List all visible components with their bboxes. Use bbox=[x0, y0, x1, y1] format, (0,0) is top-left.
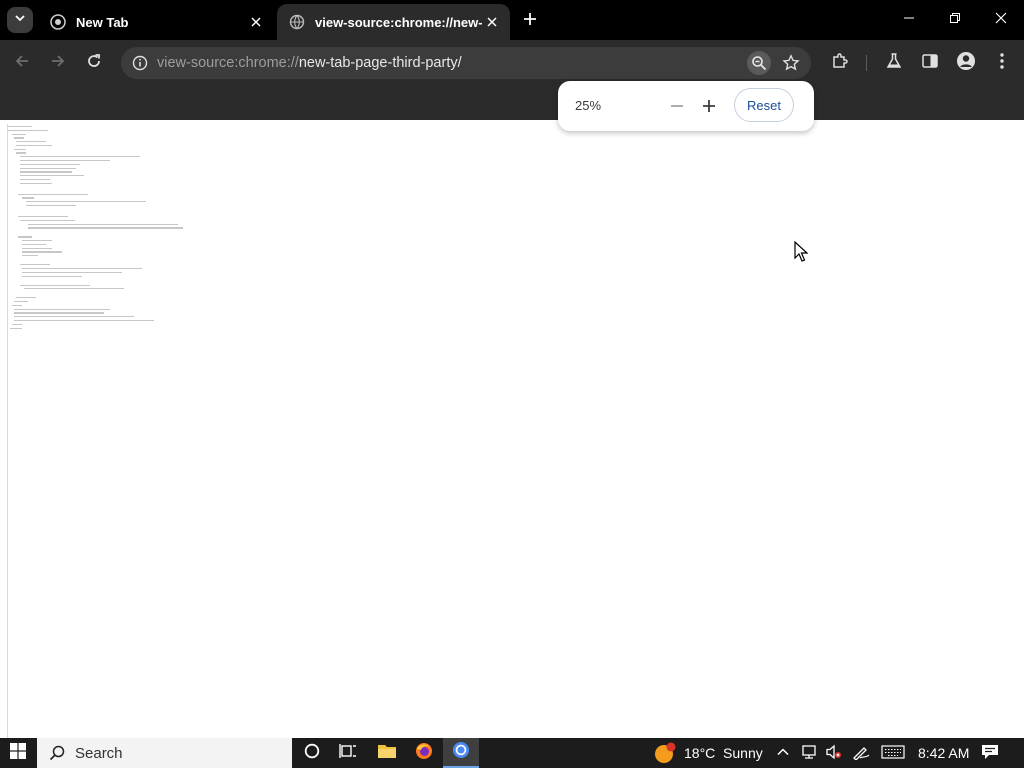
zoom-reset-button[interactable]: Reset bbox=[734, 88, 794, 122]
close-tab-icon[interactable] bbox=[246, 12, 266, 32]
clock-time: 8:42 AM bbox=[918, 745, 970, 761]
weather-text: 18°C Sunny bbox=[684, 745, 763, 761]
chrome-icon bbox=[452, 741, 470, 764]
file-explorer-button[interactable] bbox=[369, 738, 405, 768]
source-code-view bbox=[8, 126, 208, 366]
side-panel-button[interactable] bbox=[917, 50, 943, 76]
address-bar[interactable]: view-source:chrome://new-tab-page-third-… bbox=[121, 47, 811, 79]
globe-icon bbox=[289, 14, 305, 30]
toolbar-extension-area bbox=[0, 86, 1024, 120]
network-icon bbox=[801, 744, 819, 763]
pen-icon bbox=[851, 744, 871, 763]
forward-button[interactable] bbox=[44, 49, 72, 77]
start-button[interactable] bbox=[0, 738, 36, 768]
chrome-new-tab-icon bbox=[50, 14, 66, 30]
toolbar-divider bbox=[866, 55, 867, 71]
network-button[interactable] bbox=[801, 738, 819, 768]
line-number-gutter bbox=[0, 124, 8, 738]
puzzle-icon bbox=[831, 52, 849, 75]
search-icon bbox=[49, 745, 65, 761]
extensions-button[interactable] bbox=[827, 50, 853, 76]
zoom-level-text: 25% bbox=[575, 98, 602, 113]
pen-workspace-button[interactable] bbox=[851, 738, 871, 768]
chevron-down-icon bbox=[14, 11, 26, 29]
minimize-button[interactable] bbox=[886, 0, 932, 40]
plus-icon bbox=[703, 100, 715, 112]
notifications-button[interactable] bbox=[981, 738, 999, 768]
arrow-left-icon bbox=[14, 53, 30, 74]
volume-muted-icon bbox=[825, 744, 843, 763]
mouse-cursor-icon bbox=[794, 240, 809, 268]
chevron-up-icon bbox=[776, 745, 790, 762]
profile-button[interactable] bbox=[953, 50, 979, 76]
new-tab-button[interactable] bbox=[518, 9, 542, 33]
restore-icon bbox=[949, 11, 961, 29]
close-tab-icon[interactable] bbox=[482, 12, 502, 32]
tab-strip: New Tab view-source:chrome://new-tab-pag… bbox=[0, 0, 1024, 40]
show-hidden-icons-button[interactable] bbox=[776, 738, 790, 768]
task-view-icon bbox=[339, 743, 357, 764]
url-host: new-tab-page-third-party/ bbox=[298, 55, 462, 71]
volume-button[interactable] bbox=[825, 738, 843, 768]
folder-icon bbox=[377, 743, 397, 764]
labs-button[interactable] bbox=[881, 50, 907, 76]
reload-icon bbox=[86, 53, 102, 74]
notification-icon bbox=[981, 744, 999, 763]
weather-widget[interactable]: 18°C Sunny bbox=[654, 738, 763, 768]
menu-button[interactable] bbox=[989, 50, 1015, 76]
minus-icon bbox=[671, 105, 683, 107]
zoom-in-button[interactable] bbox=[697, 94, 721, 118]
tab-title: New Tab bbox=[76, 14, 129, 30]
zoom-out-button[interactable] bbox=[665, 94, 689, 118]
side-panel-icon bbox=[921, 52, 939, 75]
reload-button[interactable] bbox=[80, 49, 108, 77]
tab-title: view-source:chrome://new-tab-page-third-… bbox=[315, 14, 482, 30]
task-view-button[interactable] bbox=[330, 738, 366, 768]
url-text: view-source:chrome://new-tab-page-third-… bbox=[157, 55, 462, 71]
cortana-icon bbox=[304, 743, 320, 764]
keyboard-icon bbox=[881, 744, 905, 762]
close-icon bbox=[995, 11, 1007, 29]
taskbar-search-box[interactable]: Search bbox=[37, 738, 292, 768]
firefox-icon bbox=[415, 742, 433, 765]
bookmark-star-icon[interactable] bbox=[779, 51, 803, 75]
touch-keyboard-button[interactable] bbox=[881, 738, 905, 768]
tab-search-button[interactable] bbox=[7, 7, 33, 33]
windows-logo-icon bbox=[10, 742, 26, 764]
cortana-button[interactable] bbox=[294, 738, 330, 768]
zoom-icon[interactable] bbox=[747, 51, 771, 75]
url-scheme: view-source:chrome:// bbox=[157, 55, 299, 71]
zoom-bubble: 25% Reset bbox=[558, 81, 814, 131]
sun-icon bbox=[654, 742, 676, 764]
flask-icon bbox=[885, 52, 903, 75]
site-info-icon[interactable] bbox=[129, 52, 151, 74]
arrow-right-icon bbox=[50, 53, 66, 74]
tab-view-source[interactable]: view-source:chrome://new-tab-page-third-… bbox=[277, 4, 510, 40]
clock[interactable]: 8:42 AM bbox=[918, 738, 969, 768]
plus-icon bbox=[523, 12, 537, 31]
kebab-menu-icon bbox=[999, 52, 1005, 75]
taskbar: Search 18°C Sunny 8:42 AM bbox=[0, 738, 1024, 768]
restore-button[interactable] bbox=[932, 0, 978, 40]
firefox-button[interactable] bbox=[406, 738, 442, 768]
avatar-icon bbox=[956, 51, 976, 76]
minimize-icon bbox=[903, 11, 915, 29]
back-button[interactable] bbox=[8, 49, 36, 77]
taskbar-search-label: Search bbox=[75, 744, 123, 762]
tab-new-tab[interactable]: New Tab bbox=[38, 4, 274, 40]
chrome-taskbar-button[interactable] bbox=[443, 738, 479, 768]
close-window-button[interactable] bbox=[978, 0, 1024, 40]
